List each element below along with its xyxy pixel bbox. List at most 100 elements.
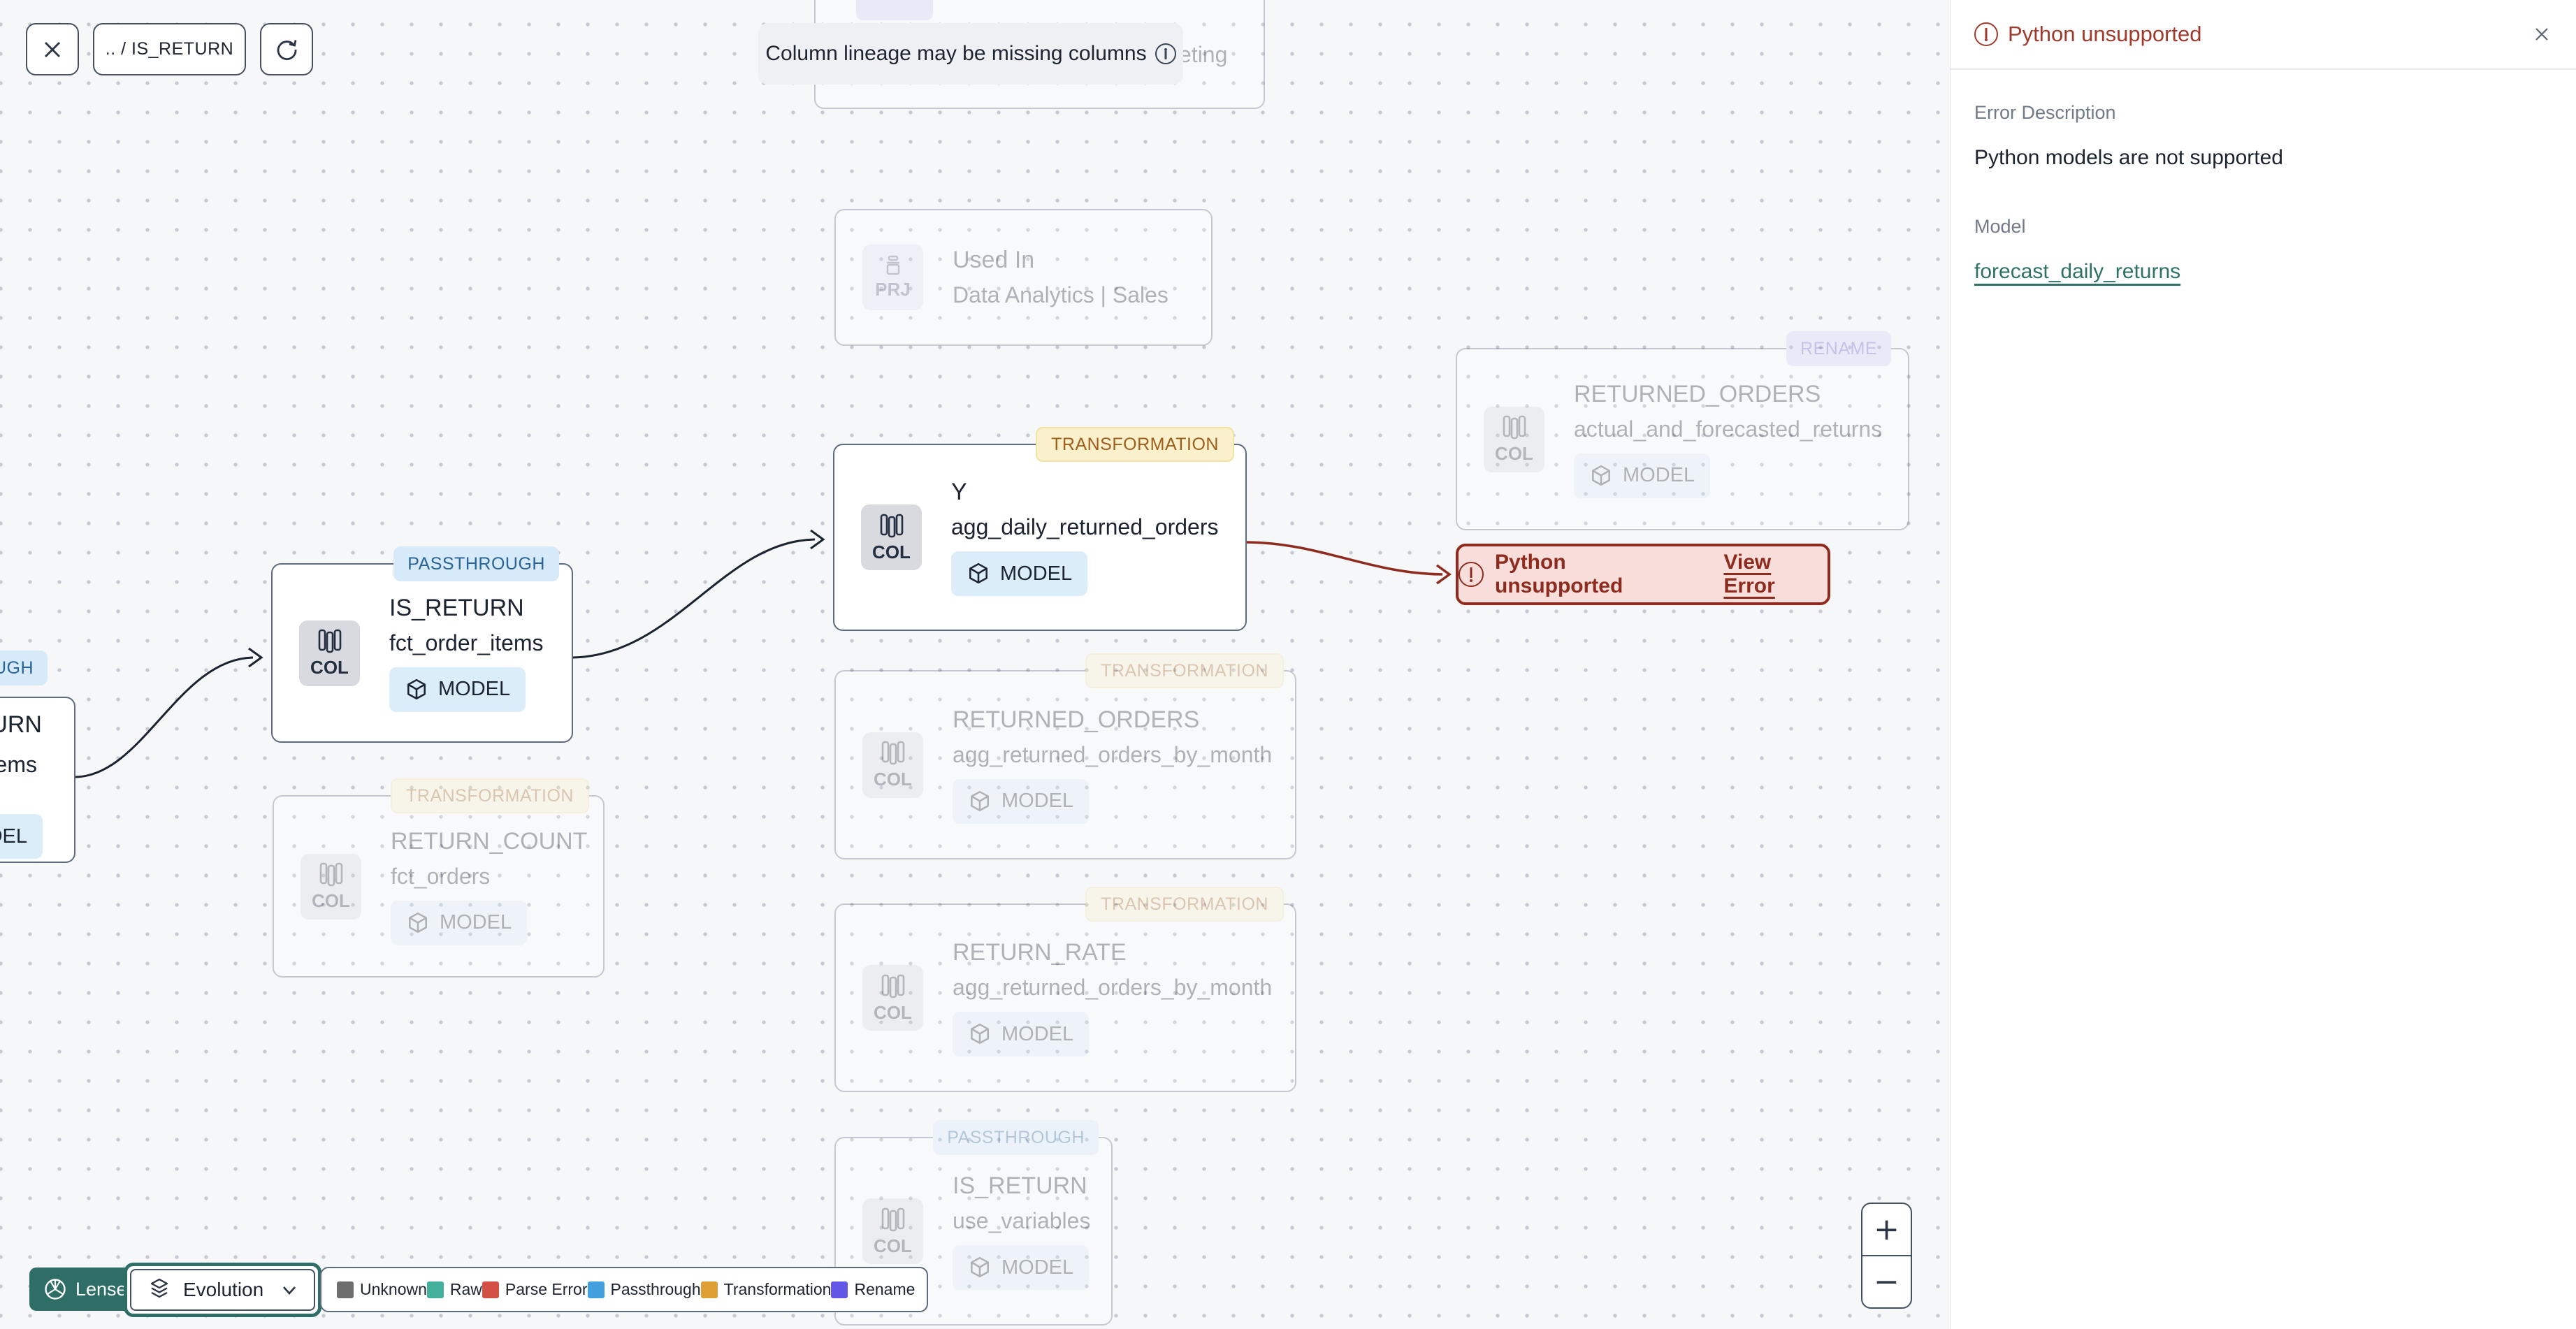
legend-swatch — [700, 1281, 718, 1298]
model-chip-label: MODEL — [1000, 562, 1073, 585]
node-title: RETURNED_ORDERS — [953, 706, 1200, 733]
refresh-icon — [277, 39, 297, 60]
cube-icon — [971, 1256, 989, 1278]
node-return-rate[interactable]: TRANSFORMATION COL RETURN_RATE agg_retur… — [834, 887, 1296, 1092]
model-chip-label: MODEL — [1001, 1022, 1074, 1045]
model-link[interactable]: forecast_daily_returns — [1974, 260, 2180, 284]
zoom-in-button[interactable]: + — [1862, 1204, 1911, 1256]
project-chip-label: PRJ — [875, 278, 911, 300]
node-subtitle: agg_returned_orders_by_month — [953, 975, 1273, 1000]
column-chip-label: COL — [310, 657, 349, 678]
model-chip-label: MODEL — [440, 911, 512, 934]
node-title: Used In — [953, 247, 1035, 273]
legend-label: Raw — [449, 1280, 482, 1298]
cube-icon — [971, 790, 989, 811]
column-chip: COL — [861, 504, 922, 570]
transformation-badge: TRANSFORMATION — [1036, 427, 1234, 462]
column-chip: COL — [862, 1198, 923, 1264]
lineage-warning-banner: Column lineage may be missing columns — [758, 23, 1183, 85]
error-node-label: Python unsupported — [1495, 551, 1623, 597]
error-detail-panel: Python unsupported Error Description Pyt… — [1950, 0, 2576, 1329]
columns-icon — [318, 629, 341, 653]
passthrough-badge: PASSTHROUGH — [393, 546, 559, 581]
lineage-canvas[interactable]: .. / IS_RETURN Column lineage may be mis… — [0, 0, 1950, 1329]
column-chip: COL — [862, 732, 923, 798]
error-panel-title: Python unsupported — [2008, 22, 2202, 46]
column-chip-label: COL — [874, 769, 912, 790]
transformation-badge: TRANSFORMATION — [1085, 887, 1284, 922]
node-title: IS_RETURN — [953, 1172, 1087, 1199]
node-left-partial[interactable]: OUGH URN ems DEL — [0, 651, 75, 863]
model-chip: MODEL — [951, 551, 1088, 596]
model-chip: MODEL — [1574, 453, 1711, 498]
node-actual-and-forecasted-returns[interactable]: RENAME COL RETURNED_ORDERS actual_and_fo… — [1456, 331, 1909, 530]
project-icon — [886, 255, 899, 275]
node-subtitle: agg_returned_orders_by_month — [953, 741, 1273, 767]
legend-item-raw: Raw — [426, 1280, 482, 1299]
node-agg-returned-orders-by-month[interactable]: TRANSFORMATION COL RETURNED_ORDERS agg_r… — [834, 653, 1296, 859]
legend-item-passthrough: Passthrough — [587, 1280, 701, 1299]
column-chip: COL — [862, 965, 923, 1031]
close-lineage-button[interactable] — [26, 23, 79, 75]
legend-swatch — [831, 1281, 848, 1298]
node-fct-order-items[interactable]: PASSTHROUGH COL IS_RETURN fct_order_item… — [271, 546, 573, 743]
legend-label: Rename — [854, 1280, 916, 1298]
breadcrumb-label: .. / IS_RETURN — [105, 39, 234, 59]
model-chip: MODEL — [953, 778, 1090, 824]
lens-selector[interactable]: Evolution — [124, 1263, 322, 1317]
close-panel-icon[interactable] — [2531, 24, 2552, 45]
node-title-fragment: URN — [0, 711, 42, 738]
passthrough-badge-partial: OUGH — [0, 651, 48, 685]
model-chip-label: MODEL — [1623, 464, 1695, 486]
alert-circle-icon — [1459, 562, 1484, 587]
model-chip: MODEL — [389, 667, 526, 712]
columns-icon — [319, 862, 342, 887]
rename-badge: RENAME — [1786, 331, 1891, 366]
node-return-count[interactable]: TRANSFORMATION COL RETURN_COUNT fct_orde… — [273, 778, 605, 978]
zoom-out-button[interactable]: − — [1862, 1256, 1911, 1307]
chevron-down-icon — [283, 1286, 296, 1295]
node-subtitle: fct_orders — [391, 863, 491, 889]
node-title: RETURN_COUNT — [391, 827, 588, 855]
transformation-badge: TRANSFORMATION — [391, 778, 589, 813]
node-agg-daily-returned-orders[interactable]: TRANSFORMATION COL Y agg_daily_returned_… — [833, 427, 1247, 631]
error-description-text: Python models are not supported — [1974, 146, 2283, 169]
column-chip-label: COL — [312, 890, 350, 911]
project-chip: PRJ — [862, 245, 923, 310]
column-chip-label: COL — [874, 1235, 912, 1256]
rename-badge-partial — [856, 0, 933, 20]
view-error-link[interactable]: View Error — [1723, 551, 1828, 598]
legend-item-transformation: Transformation — [700, 1280, 832, 1299]
error-description-label: Error Description — [1974, 102, 2116, 123]
passthrough-badge: PASSTHROUGH — [933, 1120, 1099, 1155]
breadcrumb[interactable]: .. / IS_RETURN — [93, 23, 246, 75]
column-chip-label: COL — [1495, 443, 1533, 464]
columns-icon — [881, 741, 904, 765]
refresh-button[interactable] — [260, 23, 313, 75]
node-subtitle-fragment: eting — [1179, 42, 1228, 67]
layers-icon — [150, 1278, 168, 1298]
legend-swatch — [587, 1281, 605, 1298]
error-node-python-unsupported[interactable]: Python unsupported View Error — [1456, 544, 1830, 605]
model-chip: MODEL — [953, 1012, 1090, 1056]
cube-icon — [1592, 465, 1610, 486]
legend-swatch — [426, 1281, 444, 1298]
legend-label: Passthrough — [610, 1280, 701, 1298]
node-used-in-sales[interactable]: PRJ Used In Data Analytics | Sales — [834, 209, 1213, 346]
node-title: RETURNED_ORDERS — [1574, 380, 1821, 407]
columns-icon — [881, 974, 904, 998]
legend-label: Unknown — [360, 1280, 427, 1298]
info-icon — [1155, 43, 1176, 64]
columns-icon — [881, 1207, 904, 1231]
model-chip: MODEL — [953, 1245, 1090, 1290]
model-chip-partial: DEL — [0, 814, 43, 859]
node-subtitle: use_variables — [953, 1208, 1091, 1233]
node-title: Y — [951, 479, 967, 505]
column-chip-label: COL — [872, 541, 911, 562]
banner-text: Column lineage may be missing columns — [765, 42, 1147, 65]
columns-icon — [1503, 415, 1526, 440]
lens-aperture-icon — [45, 1279, 66, 1300]
legend-label: Transformation — [723, 1280, 832, 1298]
node-subtitle: fct_order_items — [389, 630, 544, 655]
cube-icon — [407, 678, 426, 699]
